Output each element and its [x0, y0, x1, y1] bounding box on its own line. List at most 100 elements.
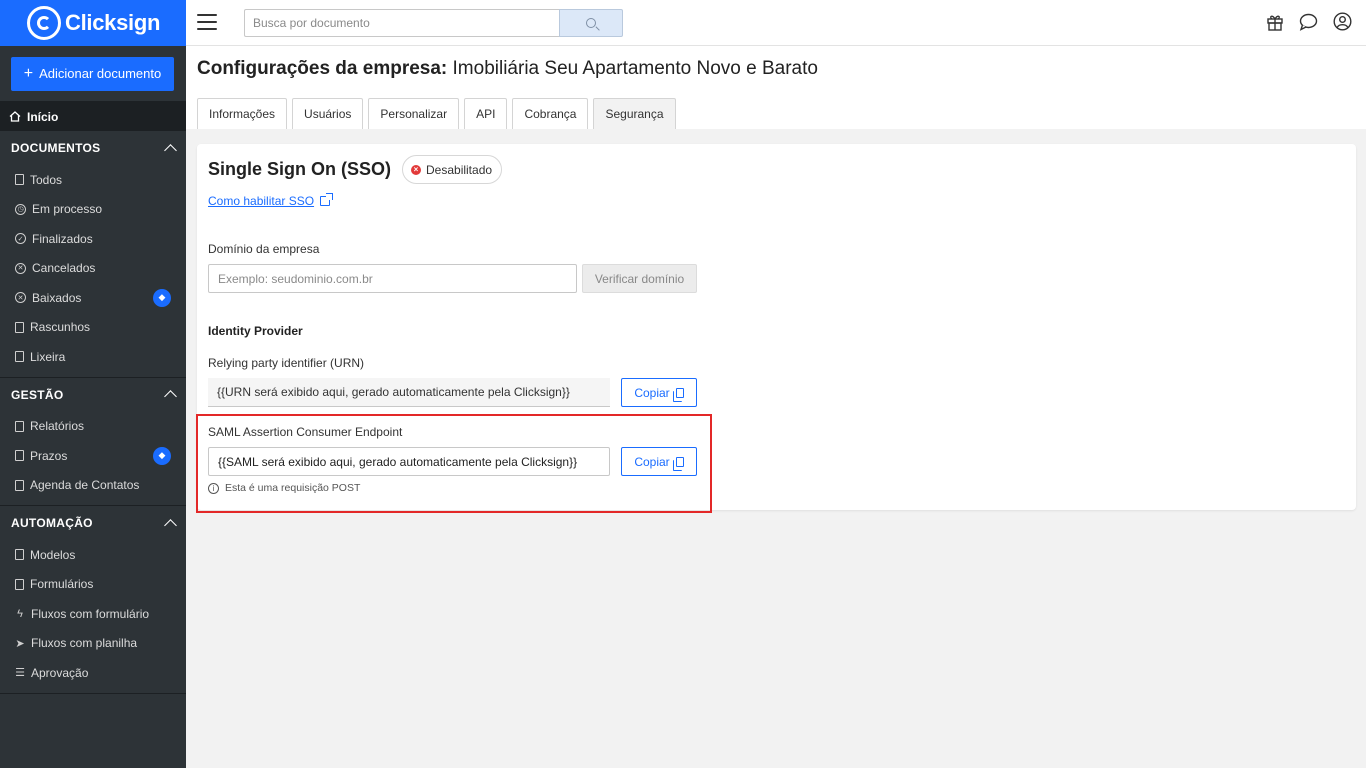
sso-title: Single Sign On (SSO)	[208, 159, 392, 179]
page-title: Configurações da empresa: Imobiliária Se…	[197, 58, 818, 80]
sidebar-item-todos[interactable]: Todos	[0, 165, 186, 195]
user-profile-icon[interactable]	[1333, 12, 1352, 31]
section-title: DOCUMENTOS	[11, 141, 101, 155]
sidebar-item-formularios[interactable]: Formulários	[0, 570, 186, 600]
domain-label: Domínio da empresa	[208, 242, 320, 256]
tab-seguranca[interactable]: Segurança	[593, 98, 676, 129]
sidebar-item-label: Fluxos com formulário	[31, 606, 150, 621]
sidebar-item-inicio[interactable]: Início	[0, 102, 186, 131]
sidebar-item-relatorios[interactable]: Relatórios	[0, 412, 186, 442]
sidebar-item-label: Formulários	[30, 577, 94, 592]
home-icon	[9, 111, 21, 122]
clicksign-logo-icon	[27, 6, 61, 40]
clock-icon: ◷	[15, 203, 26, 215]
page-header: Configurações da empresa: Imobiliária Se…	[186, 46, 1366, 129]
nav-group-automacao: AUTOMAÇÃO Modelos Formulários ϟ Fluxos c…	[0, 506, 186, 694]
tabs: Informações Usuários Personalizar API Co…	[197, 98, 676, 129]
trash-icon	[15, 351, 24, 363]
add-document-label: Adicionar documento	[39, 66, 162, 81]
premium-diamond-icon: ◆	[153, 288, 171, 307]
sidebar-item-label: Aprovação	[31, 665, 89, 680]
topbar	[186, 0, 1366, 46]
domain-input[interactable]	[208, 264, 577, 293]
plus-icon: +	[23, 64, 34, 82]
section-automacao-toggle[interactable]: AUTOMAÇÃO	[0, 506, 186, 540]
highlight-annotation	[196, 414, 712, 513]
help-link-label: Como habilitar SSO	[208, 194, 315, 208]
help-link-sso[interactable]: Como habilitar SSO	[208, 193, 334, 208]
copy-urn-button[interactable]: Copiar	[621, 378, 697, 407]
sidebar-item-em-processo[interactable]: ◷ Em processo	[0, 195, 186, 225]
identity-provider-heading: Identity Provider	[208, 324, 303, 338]
sidebar-item-finalizados[interactable]: ✓ Finalizados	[0, 224, 186, 254]
sidebar-item-label: Lixeira	[30, 349, 66, 364]
x-circle-icon: ×	[411, 164, 421, 175]
sidebar-item-baixados[interactable]: ✕ Baixados ◆	[0, 283, 186, 313]
check-circle-icon: ✓	[15, 233, 26, 245]
section-documentos-toggle[interactable]: DOCUMENTOS	[0, 131, 186, 165]
sidebar-item-label: Finalizados	[32, 231, 93, 246]
contacts-icon	[15, 479, 24, 491]
calendar-icon	[15, 450, 24, 462]
add-document-button[interactable]: + Adicionar documento	[11, 56, 174, 91]
premium-diamond-icon: ◆	[153, 446, 171, 465]
copy-icon	[672, 387, 684, 402]
tab-usuarios[interactable]: Usuários	[292, 98, 364, 129]
nav-group-gestao: GESTÃO Relatórios Prazos ◆ Agenda de Con…	[0, 378, 186, 506]
sidebar-item-aprovacao[interactable]: ☰ Aprovação	[0, 658, 186, 688]
sidebar-item-rascunhos[interactable]: Rascunhos	[0, 313, 186, 343]
section-title: AUTOMAÇÃO	[11, 516, 93, 530]
sidebar-item-label: Rascunhos	[30, 320, 91, 335]
tab-informacoes[interactable]: Informações	[197, 98, 288, 129]
copy-button-label: Copiar	[634, 385, 670, 400]
sidebar-item-lixeira[interactable]: Lixeira	[0, 342, 186, 372]
sidebar-item-label: Agenda de Contatos	[30, 478, 140, 493]
sidebar-item-label: Em processo	[32, 202, 103, 217]
sidebar: Clicksign + Adicionar documento Início D…	[0, 0, 186, 768]
chat-icon[interactable]	[1299, 12, 1318, 31]
sidebar-item-prazos[interactable]: Prazos ◆	[0, 441, 186, 471]
sidebar-item-label: Fluxos com planilha	[31, 636, 138, 651]
chevron-up-icon	[164, 390, 177, 403]
main-content: Configurações da empresa: Imobiliária Se…	[186, 46, 1366, 768]
tab-personalizar[interactable]: Personalizar	[368, 98, 460, 129]
draft-icon	[15, 321, 24, 333]
sidebar-item-modelos[interactable]: Modelos	[0, 540, 186, 570]
sidebar-item-fluxos-com-planilha[interactable]: ➤ Fluxos com planilha	[0, 629, 186, 659]
logo[interactable]: Clicksign	[0, 0, 186, 46]
nav-group-documentos: DOCUMENTOS Todos ◷ Em processo ✓ Finaliz…	[0, 131, 186, 378]
sidebar-item-label: Modelos	[30, 547, 76, 562]
search-button[interactable]	[559, 9, 623, 37]
company-name: Imobiliária Seu Apartamento Novo e Barat…	[452, 58, 818, 79]
chevron-up-icon	[164, 143, 177, 157]
status-label: Desabilitado	[426, 162, 493, 177]
chevron-up-icon	[164, 518, 177, 532]
checklist-icon: ☰	[15, 667, 25, 680]
sidebar-item-label: Baixados	[32, 290, 82, 305]
sidebar-item-cancelados[interactable]: ✕ Cancelados	[0, 254, 186, 284]
tab-api[interactable]: API	[464, 98, 508, 129]
verify-domain-button[interactable]: Verificar domínio	[582, 264, 697, 293]
urn-value: {{URN será exibido aqui, gerado automati…	[217, 385, 570, 399]
template-icon	[15, 549, 24, 561]
bolt-icon: ϟ	[17, 607, 23, 620]
menu-icon[interactable]	[197, 14, 217, 30]
copy-icon	[15, 174, 24, 186]
logo-text: Clicksign	[65, 10, 161, 35]
sidebar-item-label: Início	[27, 109, 59, 124]
gift-icon[interactable]	[1265, 12, 1284, 31]
sidebar-item-label: Relatórios	[30, 419, 85, 434]
sidebar-item-label: Cancelados	[32, 261, 96, 276]
table-icon	[15, 420, 24, 432]
sidebar-item-label: Prazos	[30, 448, 68, 463]
clipboard-icon	[15, 578, 24, 590]
external-link-icon	[320, 193, 334, 206]
tab-cobranca[interactable]: Cobrança	[512, 98, 589, 129]
search-input[interactable]	[244, 9, 560, 37]
send-icon: ➤	[15, 637, 25, 650]
section-gestao-toggle[interactable]: GESTÃO	[0, 378, 186, 412]
sidebar-item-fluxos-com-formulario[interactable]: ϟ Fluxos com formulário	[0, 599, 186, 629]
urn-field[interactable]: {{URN será exibido aqui, gerado automati…	[208, 378, 610, 407]
page-title-prefix: Configurações da empresa:	[197, 58, 448, 79]
sidebar-item-agenda-de-contatos[interactable]: Agenda de Contatos	[0, 471, 186, 501]
